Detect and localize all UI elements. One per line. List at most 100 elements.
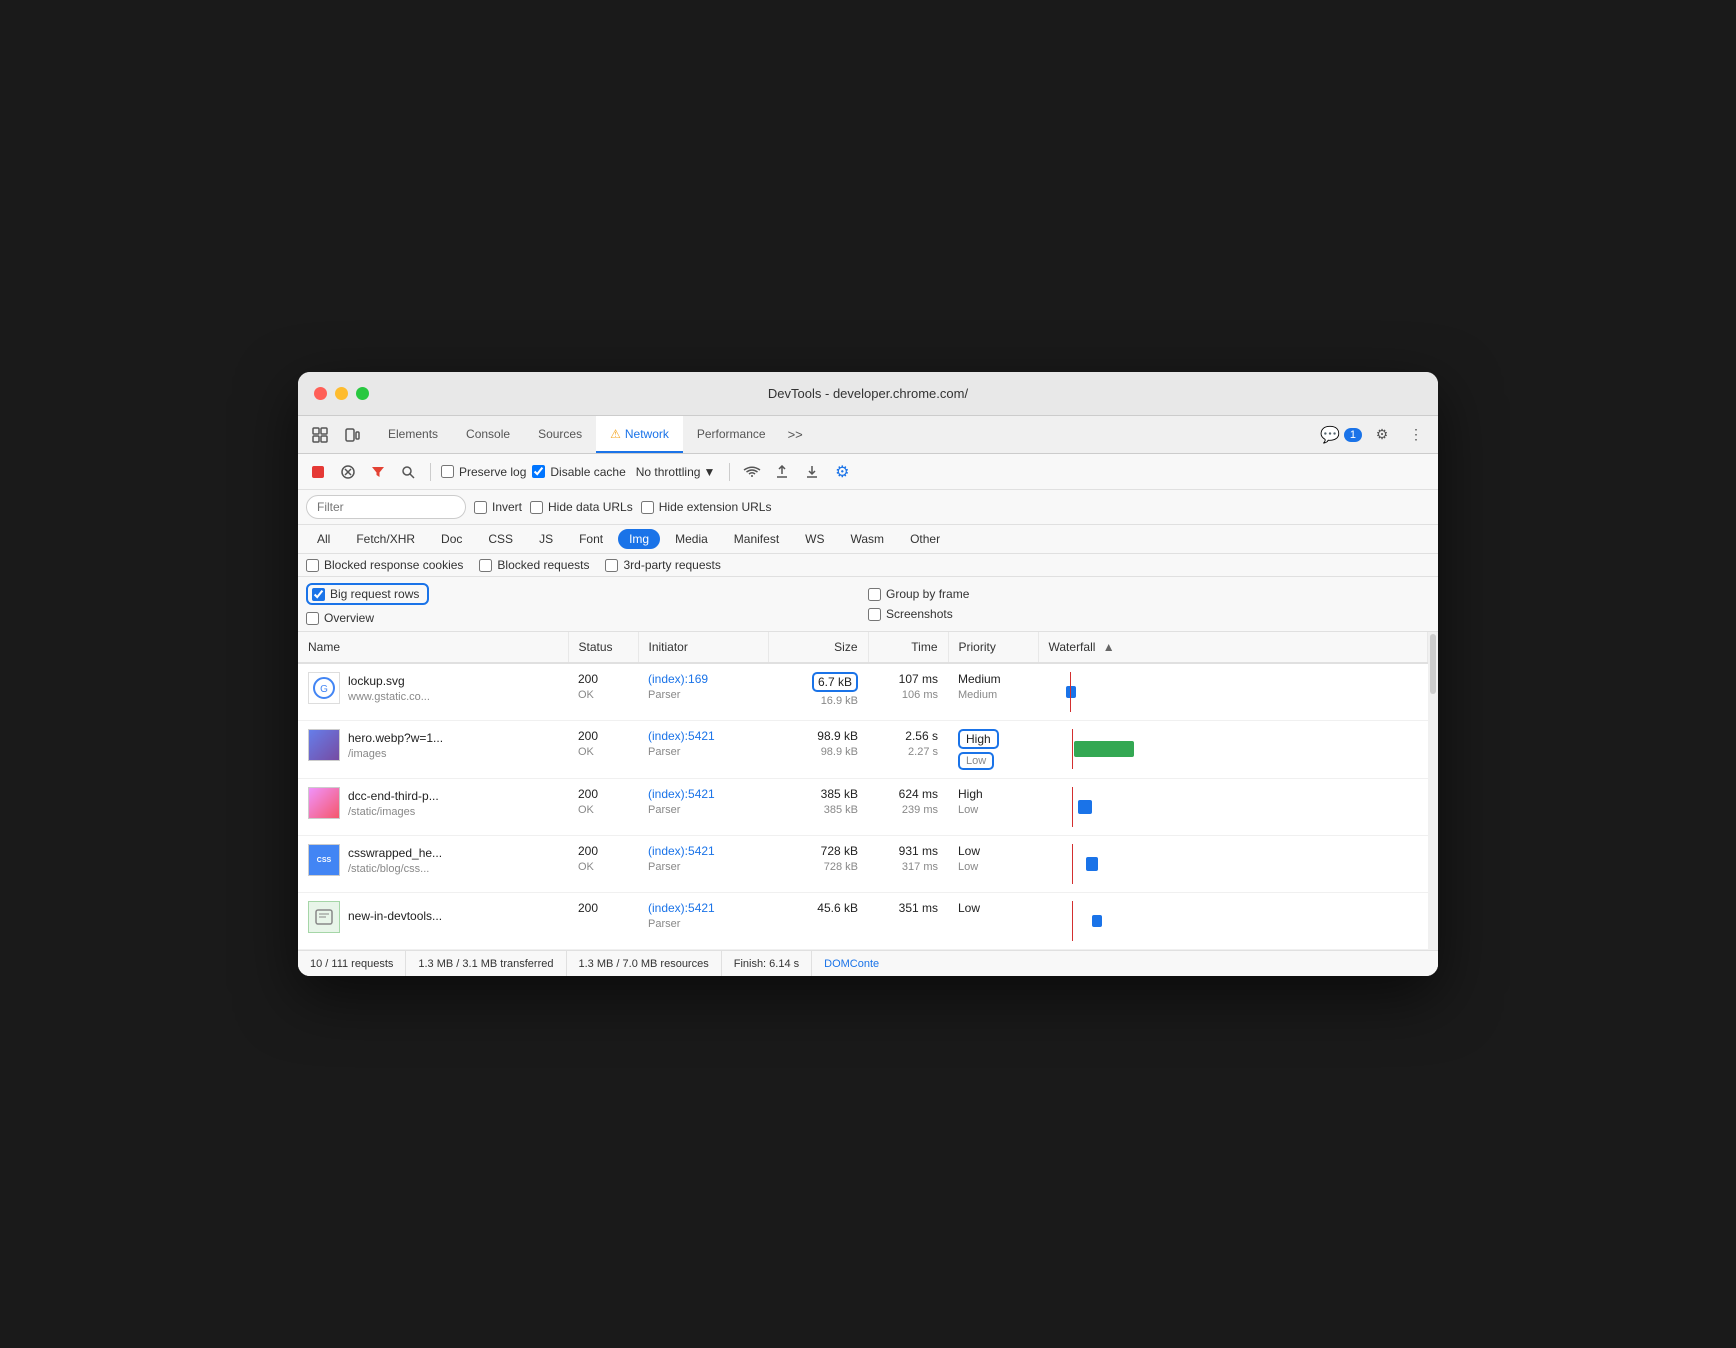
table-row[interactable]: hero.webp?w=1... /images 200 OK [298,721,1428,779]
import-btn[interactable] [770,460,794,484]
table-row[interactable]: dcc-end-third-p... /static/images 200 OK [298,779,1428,836]
blocked-requests-input[interactable] [479,559,492,572]
type-btn-js[interactable]: JS [528,529,564,549]
network-settings-btn[interactable]: ⚙ [830,460,854,484]
table-main: Name Status Initiator Size [298,632,1428,950]
blocked-response-cookies-checkbox[interactable]: Blocked response cookies [306,558,463,572]
table-row[interactable]: new-in-devtools... 200 [298,893,1428,950]
initiator-link[interactable]: (index):169 [648,672,708,686]
type-btn-fetch-xhr[interactable]: Fetch/XHR [345,529,426,549]
record-btn[interactable] [306,460,330,484]
waterfall-bar-container [1048,844,1168,884]
hide-data-urls-input[interactable] [530,501,543,514]
resource-url: www.gstatic.co... [348,691,430,703]
initiator-link[interactable]: (index):5421 [648,787,715,801]
scrollbar-track[interactable] [1428,632,1438,950]
tab-elements[interactable]: Elements [374,416,452,453]
invert-checkbox[interactable]: Invert [474,500,522,514]
maximize-button[interactable] [356,387,369,400]
overview-input[interactable] [306,612,319,625]
big-request-rows-input[interactable] [312,588,325,601]
tab-more-btn[interactable]: >> [780,427,811,442]
preserve-log-checkbox[interactable]: Preserve log [441,465,526,479]
hide-extension-urls-checkbox[interactable]: Hide extension URLs [641,500,772,514]
filter-input[interactable] [306,495,466,519]
table-row[interactable]: CSS csswrapped_he... /static/blog/css...… [298,836,1428,893]
type-btn-font[interactable]: Font [568,529,614,549]
type-btn-other[interactable]: Other [899,529,951,549]
inspector-icon-btn[interactable] [306,421,334,449]
resource-name: dcc-end-third-p... [348,789,439,803]
group-by-frame-input[interactable] [868,588,881,601]
initiator-link[interactable]: (index):5421 [648,729,715,743]
type-btn-media[interactable]: Media [664,529,719,549]
waterfall-redline [1072,901,1073,941]
tab-console[interactable]: Console [452,416,524,453]
waterfall-redline [1070,672,1071,712]
throttle-select[interactable]: No throttling ▼ [632,463,720,481]
more-tools-btn[interactable]: ⋮ [1402,421,1430,449]
screenshots-input[interactable] [868,608,881,621]
issues-badge[interactable]: 💬 1 [1320,425,1362,445]
minimize-button[interactable] [335,387,348,400]
type-btn-doc[interactable]: Doc [430,529,473,549]
priority-cell: High Low [948,779,1038,836]
invert-input[interactable] [474,501,487,514]
screenshots-checkbox[interactable]: Screenshots [868,607,953,621]
scrollbar-thumb[interactable] [1430,634,1436,694]
search-btn[interactable] [396,460,420,484]
col-header-priority[interactable]: Priority [948,632,1038,663]
type-btn-img[interactable]: Img [618,529,660,549]
wifi-icon-btn[interactable] [740,460,764,484]
col-header-waterfall[interactable]: Waterfall ▲ [1038,632,1428,663]
type-btn-all[interactable]: All [306,529,341,549]
tab-network[interactable]: ⚠ Network [596,416,683,453]
thumbnail [308,787,340,819]
disable-cache-checkbox[interactable]: Disable cache [532,465,625,479]
third-party-requests-checkbox[interactable]: 3rd-party requests [605,558,720,572]
size-cell: 45.6 kB [768,893,868,950]
col-header-name[interactable]: Name [298,632,568,663]
big-request-rows-checkbox[interactable]: Big request rows [306,583,429,605]
hide-extension-urls-input[interactable] [641,501,654,514]
name-cell: hero.webp?w=1... /images [298,721,568,779]
tab-sources[interactable]: Sources [524,416,596,453]
initiator-link[interactable]: (index):5421 [648,901,715,915]
settings-row-1: Big request rows [306,583,868,605]
third-party-requests-input[interactable] [605,559,618,572]
preserve-log-input[interactable] [441,465,454,478]
hide-data-urls-checkbox[interactable]: Hide data URLs [530,500,633,514]
waterfall-bar-container [1048,729,1168,769]
waterfall-bar [1078,800,1092,814]
group-by-frame-checkbox[interactable]: Group by frame [868,587,969,601]
type-btn-ws[interactable]: WS [794,529,835,549]
type-btn-wasm[interactable]: Wasm [840,529,896,549]
settings-btn[interactable]: ⚙ [1368,421,1396,449]
table-row[interactable]: G lockup.svg www.gstatic.co... [298,663,1428,721]
device-toolbar-btn[interactable] [338,421,366,449]
blocked-response-cookies-input[interactable] [306,559,319,572]
export-btn[interactable] [800,460,824,484]
options-bar: Blocked response cookies Blocked request… [298,554,1438,577]
type-btn-manifest[interactable]: Manifest [723,529,790,549]
overview-checkbox[interactable]: Overview [306,611,374,625]
tab-performance[interactable]: Performance [683,416,780,453]
disable-cache-input[interactable] [532,465,545,478]
clear-btn[interactable] [336,460,360,484]
priority-cell: Low [948,893,1038,950]
close-button[interactable] [314,387,327,400]
filter-toggle-btn[interactable] [366,460,390,484]
time-cell: 351 ms [868,893,948,950]
initiator-link[interactable]: (index):5421 [648,844,715,858]
svg-text:G: G [320,684,328,695]
type-btn-css[interactable]: CSS [477,529,524,549]
name-cell: CSS csswrapped_he... /static/blog/css... [298,836,568,893]
wifi-icon [743,465,761,479]
col-header-size[interactable]: Size [768,632,868,663]
new-thumb-icon [314,907,334,927]
col-header-initiator[interactable]: Initiator [638,632,768,663]
col-header-time[interactable]: Time [868,632,948,663]
col-header-status[interactable]: Status [568,632,638,663]
blocked-requests-checkbox[interactable]: Blocked requests [479,558,589,572]
status-bar: 10 / 111 requests 1.3 MB / 3.1 MB transf… [298,950,1438,976]
